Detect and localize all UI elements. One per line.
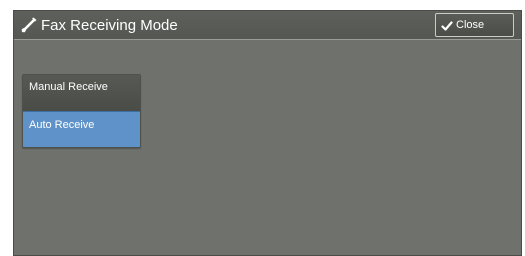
close-button[interactable]: Close [435, 13, 514, 37]
checkmark-icon [441, 19, 453, 31]
close-button-label: Close [456, 19, 485, 31]
receive-mode-list: Manual Receive Auto Receive [22, 74, 141, 148]
title-bar: Fax Receiving Mode Close [14, 11, 521, 40]
page-title: Fax Receiving Mode [41, 17, 178, 34]
option-manual-receive[interactable]: Manual Receive [23, 75, 140, 111]
phone-handset-icon [20, 17, 38, 34]
option-label: Manual Receive [29, 81, 108, 93]
option-label: Auto Receive [29, 119, 95, 131]
option-auto-receive[interactable]: Auto Receive [23, 111, 140, 147]
fax-receiving-mode-screen: Fax Receiving Mode Close Manual Receive … [13, 10, 522, 256]
